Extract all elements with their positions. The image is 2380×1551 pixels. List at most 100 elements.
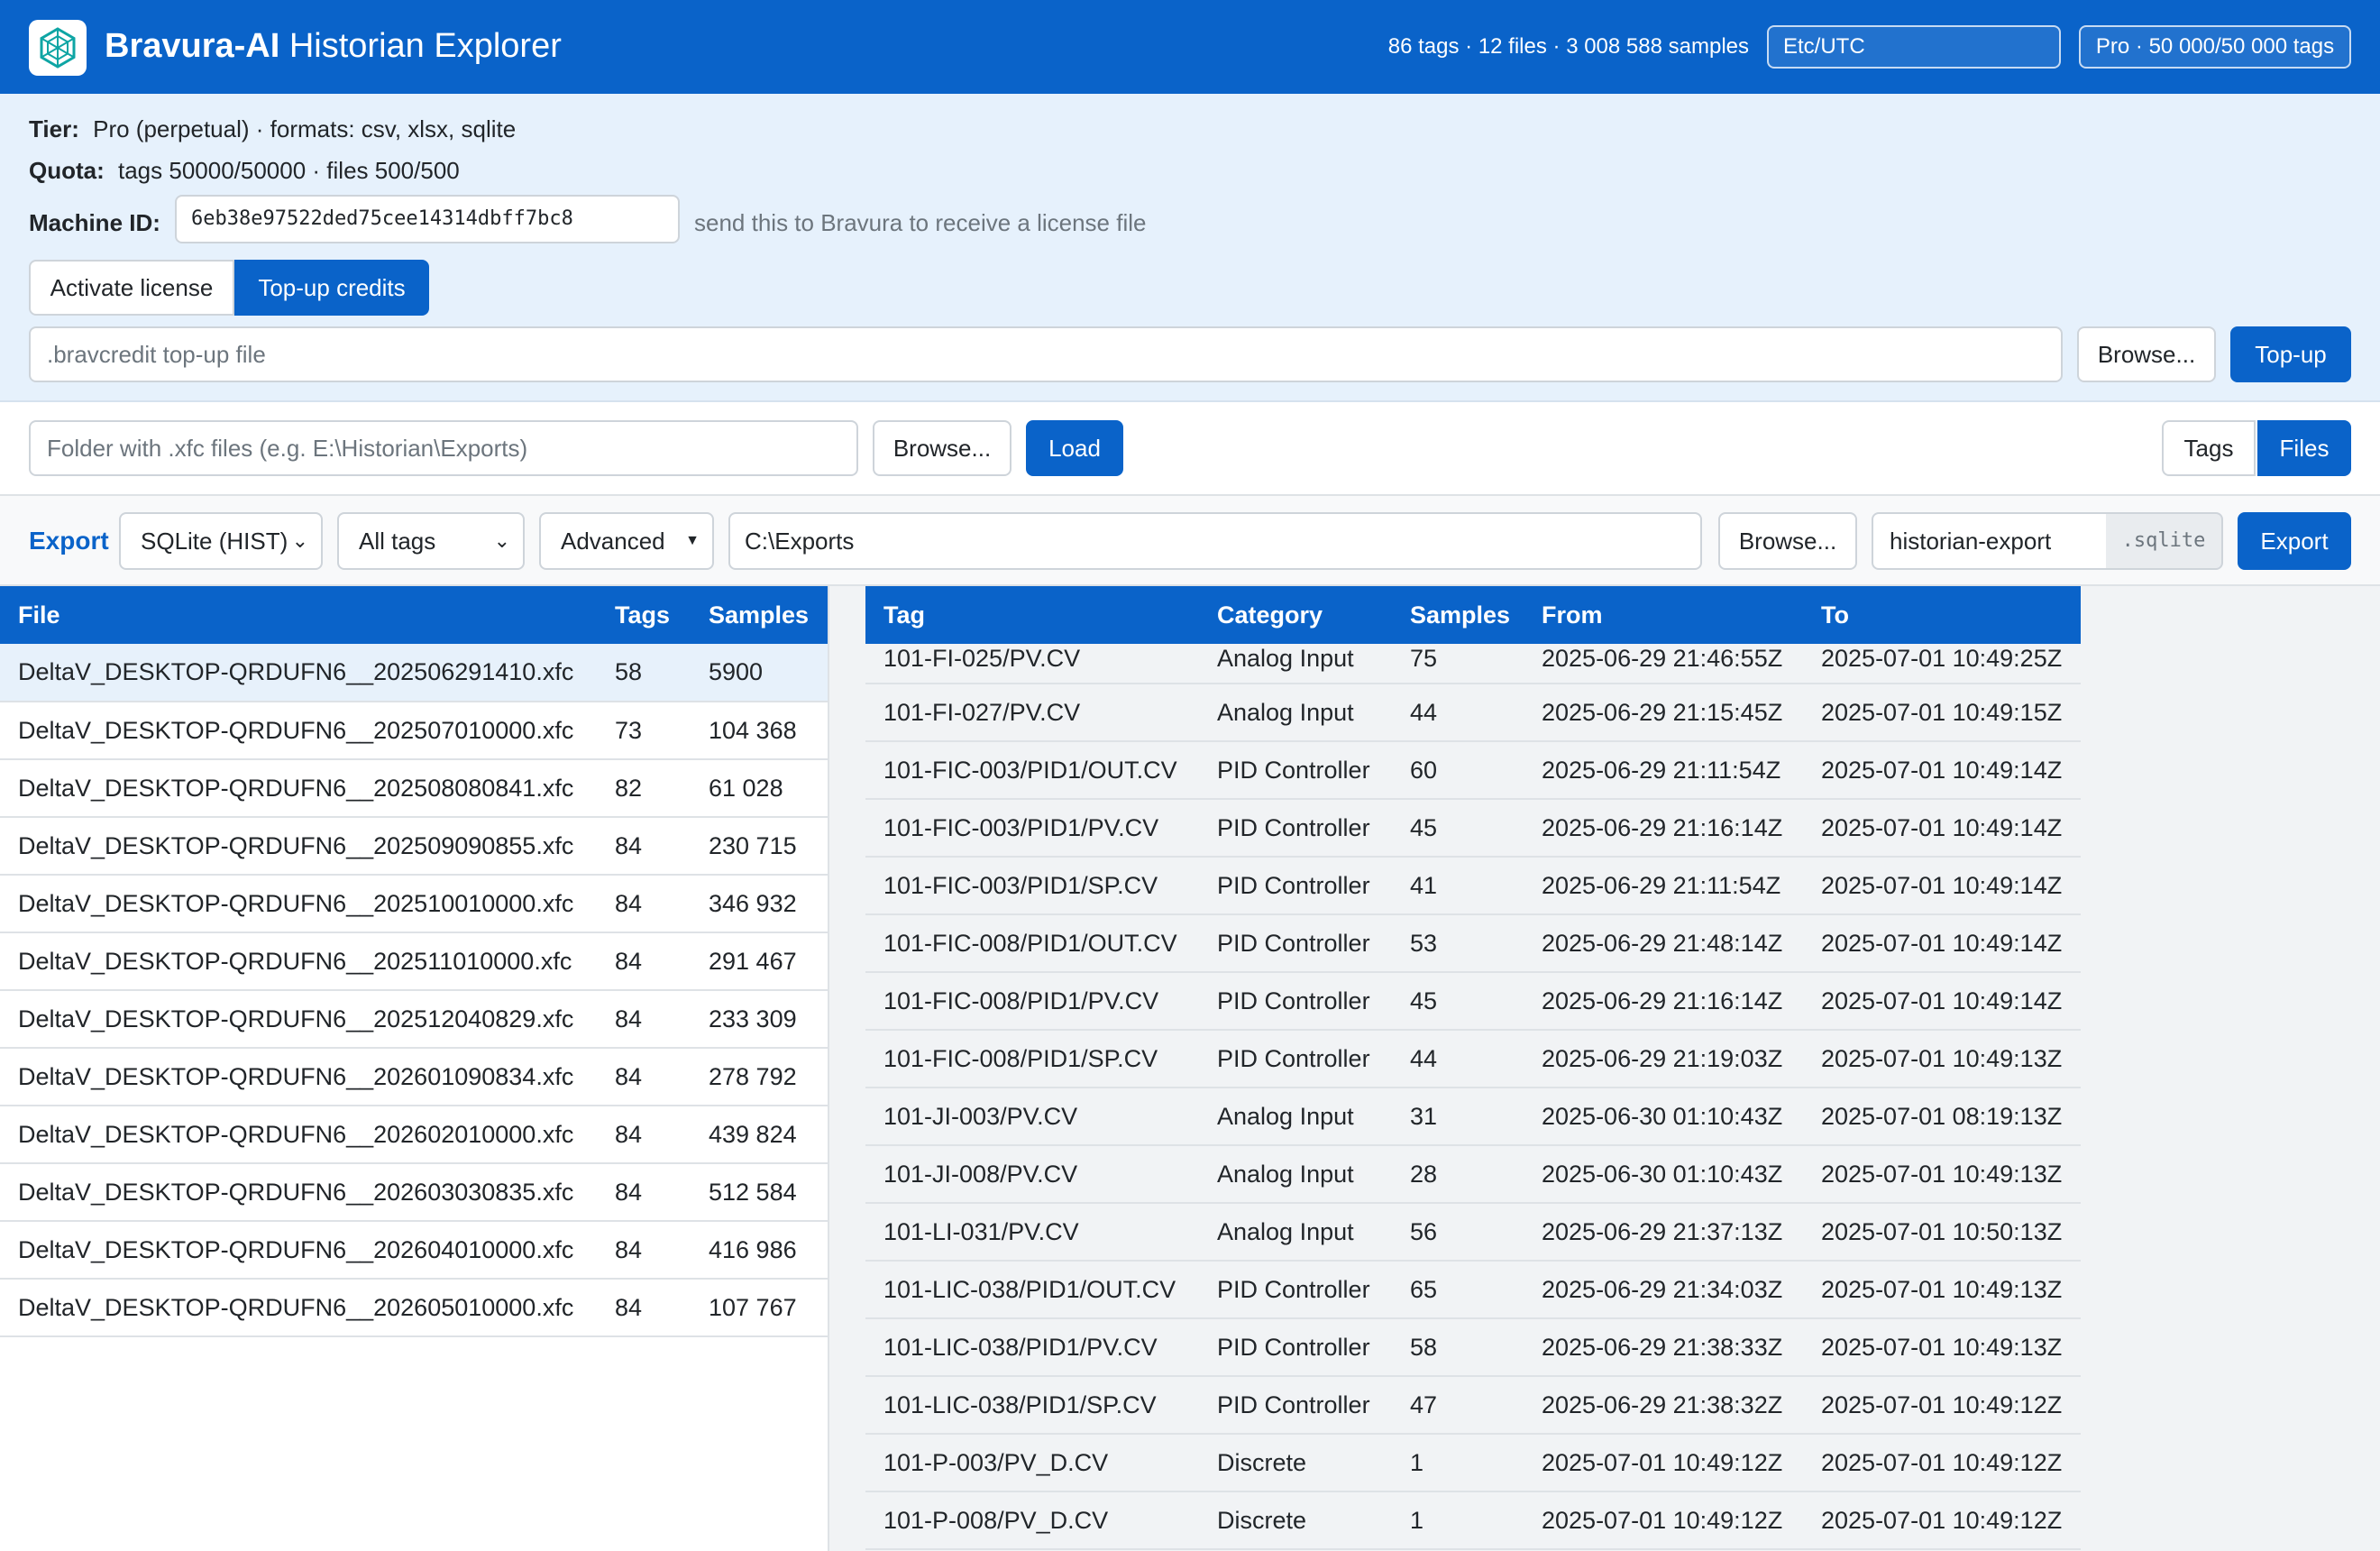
file-name: DeltaV_DESKTOP-QRDUFN6__202603030835.xfc	[0, 1163, 597, 1222]
file-row[interactable]: DeltaV_DESKTOP-QRDUFN6__202510010000.xfc…	[0, 875, 828, 933]
tag-to: 2025-07-01 10:49:14Z	[1803, 857, 2081, 915]
file-row[interactable]: DeltaV_DESKTOP-QRDUFN6__202604010000.xfc…	[0, 1221, 828, 1280]
file-row[interactable]: DeltaV_DESKTOP-QRDUFN6__202512040829.xfc…	[0, 990, 828, 1049]
file-row[interactable]: DeltaV_DESKTOP-QRDUFN6__202506291410.xfc…	[0, 644, 828, 702]
tag-row[interactable]: 101-FI-025/PV.CV Analog Input 75 2025-06-29…	[865, 644, 2081, 684]
tag-from: 2025-06-29 21:48:14Z	[1524, 914, 1803, 973]
export-label: Export	[29, 527, 109, 555]
license-panel: Tier: Pro (perpetual) · formats: csv, xl…	[0, 94, 2380, 402]
tag-name: 101-FIC-003/PID1/SP.CV	[865, 857, 1199, 915]
export-filename-input[interactable]: historian-export	[1872, 512, 2108, 570]
column-header-file[interactable]: File	[0, 586, 597, 644]
chevron-down-icon: ⌄	[291, 529, 308, 552]
topup-browse-button[interactable]: Browse...	[2077, 326, 2216, 382]
tag-sample-count: 45	[1392, 972, 1524, 1031]
plan-button[interactable]: Pro · 50 000/50 000 tags	[2079, 25, 2351, 69]
column-header-category[interactable]: Category	[1199, 586, 1392, 644]
file-name: DeltaV_DESKTOP-QRDUFN6__202605010000.xfc	[0, 1279, 597, 1337]
column-header-tag[interactable]: Tag	[865, 586, 1199, 644]
tag-to: 2025-07-01 10:49:14Z	[1803, 914, 2081, 973]
advanced-dropdown[interactable]: Advanced ▼	[539, 512, 714, 570]
tag-sample-count: 31	[1392, 1088, 1524, 1146]
tag-row[interactable]: 101-P-003/PV_D.CV Discrete 1 2025-07-01 10:…	[865, 1434, 2081, 1492]
folder-input[interactable]: Folder with .xfc files (e.g. E:\Historia…	[29, 420, 858, 476]
tag-from: 2025-06-29 21:15:45Z	[1524, 684, 1803, 742]
file-tag-count: 84	[597, 1048, 691, 1106]
topup-file-input[interactable]: .bravcredit top-up file	[29, 326, 2063, 382]
tag-row[interactable]: 101-FIC-008/PID1/OUT.CV PID Controller 53 2…	[865, 914, 2081, 973]
tag-row[interactable]: 101-FIC-003/PID1/OUT.CV PID Controller 60 2…	[865, 741, 2081, 800]
view-tags-button[interactable]: Tags	[2162, 420, 2256, 476]
tag-row[interactable]: 101-LIC-038/PID1/PV.CV PID Controller 58 20…	[865, 1318, 2081, 1377]
tag-sample-count: 45	[1392, 799, 1524, 858]
tag-name: 101-P-008/PV_D.CV	[865, 1491, 1199, 1550]
tag-sample-count: 28	[1392, 1145, 1524, 1204]
file-row[interactable]: DeltaV_DESKTOP-QRDUFN6__202605010000.xfc…	[0, 1279, 828, 1337]
tag-sample-count: 65	[1392, 1261, 1524, 1319]
tag-to: 2025-07-01 10:49:13Z	[1803, 1318, 2081, 1377]
column-header-from[interactable]: From	[1524, 586, 1803, 644]
file-row[interactable]: DeltaV_DESKTOP-QRDUFN6__202507010000.xfc…	[0, 702, 828, 760]
load-button[interactable]: Load	[1026, 420, 1123, 476]
file-tag-count: 84	[597, 1163, 691, 1222]
tab-topup-credits[interactable]: Top-up credits	[234, 260, 429, 316]
scope-select[interactable]: All tags ⌄	[337, 512, 525, 570]
export-browse-button[interactable]: Browse...	[1718, 512, 1857, 570]
file-tag-count: 84	[597, 1279, 691, 1337]
column-header-to[interactable]: To	[1803, 586, 2081, 644]
quota-label: Quota:	[29, 157, 105, 184]
tag-row[interactable]: 101-JI-003/PV.CV Analog Input 31 2025-06-30…	[865, 1088, 2081, 1146]
file-row[interactable]: DeltaV_DESKTOP-QRDUFN6__202602010000.xfc…	[0, 1106, 828, 1164]
tag-name: 101-FIC-008/PID1/OUT.CV	[865, 914, 1199, 973]
tag-row[interactable]: 101-LI-031/PV.CV Analog Input 56 2025-06-29…	[865, 1203, 2081, 1262]
tag-category: PID Controller	[1199, 972, 1392, 1031]
view-files-button[interactable]: Files	[2257, 420, 2351, 476]
tag-from: 2025-06-29 21:16:14Z	[1524, 972, 1803, 1031]
column-header-samples[interactable]: Samples	[691, 586, 828, 644]
format-select[interactable]: SQLite (HIST) ⌄	[119, 512, 323, 570]
tag-name: 101-LIC-038/PID1/OUT.CV	[865, 1261, 1199, 1319]
tag-row[interactable]: 101-JI-008/PV.CV Analog Input 28 2025-06-30…	[865, 1145, 2081, 1204]
export-path-input[interactable]: C:\Exports	[728, 512, 1702, 570]
tag-from: 2025-06-30 01:10:43Z	[1524, 1088, 1803, 1146]
tag-row[interactable]: 101-FIC-003/PID1/SP.CV PID Controller 41 20…	[865, 857, 2081, 915]
tag-category: PID Controller	[1199, 857, 1392, 915]
tag-row[interactable]: 101-P-008/PV_D.CV Discrete 1 2025-07-01 10:…	[865, 1491, 2081, 1550]
dataset-stats: 86 tags · 12 files · 3 008 588 samples	[1387, 34, 1749, 59]
column-header-samples[interactable]: Samples	[1392, 586, 1524, 644]
tag-category: Discrete	[1199, 1434, 1392, 1492]
app-title: Bravura-AI Historian Explorer	[105, 27, 562, 66]
file-row[interactable]: DeltaV_DESKTOP-QRDUFN6__202509090855.xfc…	[0, 817, 828, 876]
tag-to: 2025-07-01 08:19:13Z	[1803, 1088, 2081, 1146]
tag-row[interactable]: 101-FIC-008/PID1/PV.CV PID Controller 45 20…	[865, 972, 2081, 1031]
tag-from: 2025-07-01 10:49:12Z	[1524, 1491, 1803, 1550]
tag-row[interactable]: 101-FIC-008/PID1/SP.CV PID Controller 44 20…	[865, 1030, 2081, 1088]
column-header-tags[interactable]: Tags	[597, 586, 691, 644]
machine-id-field[interactable]: 6eb38e97522ded75cee14314dbff7bc8	[175, 195, 680, 243]
tab-activate-license[interactable]: Activate license	[29, 260, 234, 316]
file-row[interactable]: DeltaV_DESKTOP-QRDUFN6__202603030835.xfc…	[0, 1163, 828, 1222]
tag-name: 101-JI-008/PV.CV	[865, 1145, 1199, 1204]
topup-button[interactable]: Top-up	[2230, 326, 2351, 382]
tag-from: 2025-06-29 21:38:32Z	[1524, 1376, 1803, 1435]
tag-sample-count: 56	[1392, 1203, 1524, 1262]
tag-row[interactable]: 101-LIC-038/PID1/OUT.CV PID Controller 65 2…	[865, 1261, 2081, 1319]
file-row[interactable]: DeltaV_DESKTOP-QRDUFN6__202601090834.xfc…	[0, 1048, 828, 1106]
tag-row[interactable]: 101-FIC-003/PID1/PV.CV PID Controller 45 20…	[865, 799, 2081, 858]
file-sample-count: 291 467	[691, 932, 828, 991]
file-sample-count: 278 792	[691, 1048, 828, 1106]
file-tag-count: 84	[597, 1106, 691, 1164]
folder-browse-button[interactable]: Browse...	[873, 420, 1012, 476]
tag-to: 2025-07-01 10:49:12Z	[1803, 1376, 2081, 1435]
file-row[interactable]: DeltaV_DESKTOP-QRDUFN6__202508080841.xfc…	[0, 759, 828, 818]
file-row[interactable]: DeltaV_DESKTOP-QRDUFN6__202511010000.xfc…	[0, 932, 828, 991]
tag-row[interactable]: 101-LIC-038/PID1/SP.CV PID Controller 47 20…	[865, 1376, 2081, 1435]
timezone-field[interactable]: Etc/UTC	[1767, 25, 2061, 69]
tag-row[interactable]: 101-FI-027/PV.CV Analog Input 44 2025-06-29…	[865, 684, 2081, 742]
file-sample-count: 230 715	[691, 817, 828, 876]
file-tag-count: 84	[597, 875, 691, 933]
export-button[interactable]: Export	[2238, 512, 2351, 570]
tag-to: 2025-07-01 10:49:12Z	[1803, 1491, 2081, 1550]
tag-category: Discrete	[1199, 1491, 1392, 1550]
file-name: DeltaV_DESKTOP-QRDUFN6__202511010000.xfc	[0, 932, 597, 991]
